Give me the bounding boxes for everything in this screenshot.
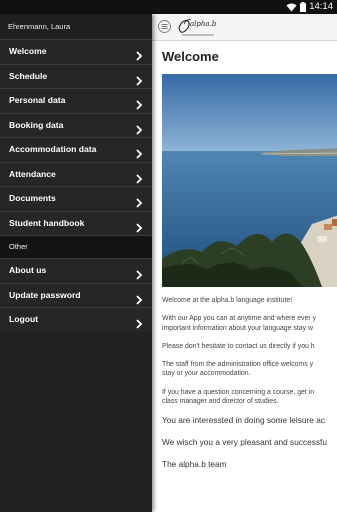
drawer-item-label: About us bbox=[9, 265, 47, 275]
drawer-item-label: Update password bbox=[9, 289, 81, 300]
app-bar: alpha.b bbox=[152, 14, 337, 41]
hero-image-nice-coast bbox=[162, 74, 337, 287]
paragraph: The staff from the administration office… bbox=[162, 360, 337, 379]
welcome-text: Welcome at the alpha.b language institut… bbox=[162, 296, 337, 481]
chevron-right-icon bbox=[134, 96, 144, 110]
drawer-item-update-password[interactable]: Update password bbox=[0, 282, 152, 307]
drawer-item-welcome[interactable]: Welcome bbox=[0, 39, 152, 64]
drawer-item-label: Schedule bbox=[9, 70, 48, 81]
drawer-item-label: Booking data bbox=[9, 119, 64, 130]
navigation-drawer: Ehrenmann, Laura Welcome Schedule Person… bbox=[0, 14, 152, 512]
drawer-item-label: Welcome bbox=[9, 46, 47, 56]
menu-icon[interactable] bbox=[158, 20, 171, 33]
status-time: 14:14 bbox=[309, 1, 333, 12]
chevron-right-icon bbox=[134, 219, 144, 233]
chevron-right-icon bbox=[134, 291, 144, 305]
drawer-item-logout[interactable]: Logout bbox=[0, 307, 152, 332]
chevron-right-icon bbox=[134, 72, 144, 86]
drawer-user-name: Ehrenmann, Laura bbox=[0, 14, 152, 39]
drawer-item-about-us[interactable]: About us bbox=[0, 258, 152, 283]
chevron-right-icon bbox=[134, 121, 144, 135]
main-app: alpha.b Welcome Welcome at the alpha.b l… bbox=[152, 14, 337, 512]
text-line: class manager and director of studies. bbox=[162, 398, 279, 406]
status-bar: 14:14 bbox=[0, 0, 337, 14]
paragraph: Welcome at the alpha.b language institut… bbox=[162, 297, 293, 304]
logo-text: alpha.b bbox=[190, 20, 217, 28]
drawer-item-attendance[interactable]: Attendance bbox=[0, 161, 152, 186]
drawer-item-personal-data[interactable]: Personal data bbox=[0, 88, 152, 113]
wifi-icon bbox=[286, 3, 297, 12]
text-line: stay or your accommodation. bbox=[162, 370, 251, 378]
chevron-right-icon bbox=[134, 47, 144, 61]
drawer-section-other: Other bbox=[0, 235, 152, 258]
text-line: The staff from the administration office… bbox=[162, 360, 314, 368]
drawer-item-label: Logout bbox=[9, 314, 39, 324]
chevron-right-icon bbox=[134, 145, 144, 159]
text-line: important information about your languag… bbox=[162, 324, 313, 332]
alpha-b-logo: alpha.b bbox=[176, 16, 216, 38]
drawer-item-label: Documents bbox=[9, 193, 56, 203]
drawer-item-label: Attendance bbox=[9, 168, 56, 179]
battery-icon bbox=[300, 2, 307, 12]
chevron-right-icon bbox=[134, 170, 144, 184]
paragraph: With our App you can at anytime and wher… bbox=[162, 314, 337, 333]
page-title: Welcome bbox=[162, 49, 219, 64]
paragraph: You are interessted in doing some leisur… bbox=[162, 415, 325, 426]
chevron-right-icon bbox=[134, 194, 144, 208]
drawer-item-label: Personal data bbox=[9, 95, 66, 105]
text-line: If you have a question concerning a cour… bbox=[162, 388, 315, 396]
paragraph: Please don't hesitate to contact us dire… bbox=[162, 342, 315, 350]
drawer-item-label: Accommodation data bbox=[9, 144, 97, 154]
paragraph: We wisch you a very pleasant and success… bbox=[162, 437, 327, 448]
paragraph: The alpha.b team bbox=[162, 459, 227, 470]
drawer-item-schedule[interactable]: Schedule bbox=[0, 63, 152, 88]
drawer-item-booking-data[interactable]: Booking data bbox=[0, 112, 152, 137]
drawer-item-accommodation-data[interactable]: Accommodation data bbox=[0, 137, 152, 162]
drawer-item-label: Student handbook bbox=[9, 217, 85, 228]
paragraph: If you have a question concerning a cour… bbox=[162, 388, 337, 407]
status-icons: 14:14 bbox=[286, 1, 333, 13]
drawer-item-documents[interactable]: Documents bbox=[0, 186, 152, 211]
chevron-right-icon bbox=[134, 266, 144, 280]
chevron-right-icon bbox=[134, 315, 144, 329]
drawer-item-student-handbook[interactable]: Student handbook bbox=[0, 210, 152, 235]
text-line: With our App you can at anytime and wher… bbox=[162, 315, 316, 323]
